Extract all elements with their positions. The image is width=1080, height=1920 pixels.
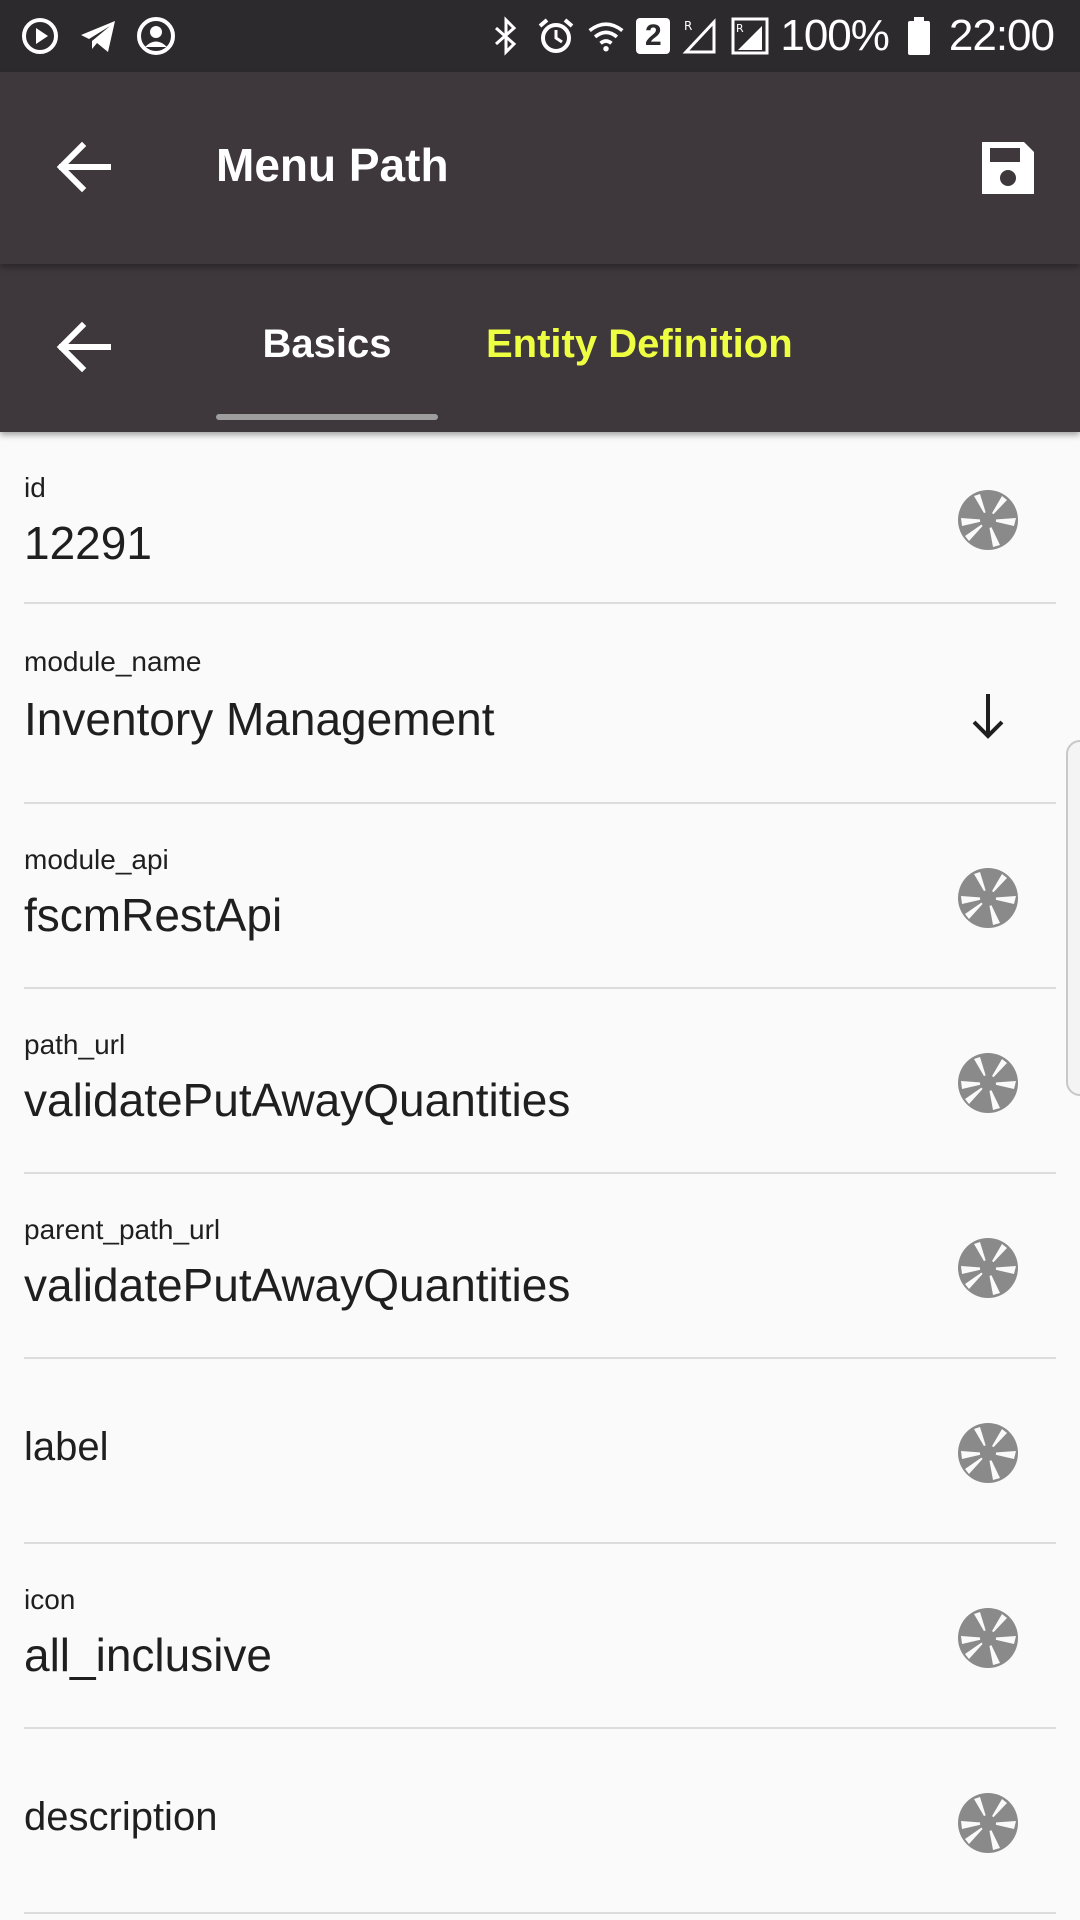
field-label-field[interactable]: label — [24, 1359, 1056, 1544]
field-value[interactable]: fscmRestApi — [24, 888, 282, 942]
camera-shutter-icon[interactable] — [956, 1791, 1020, 1855]
alarm-icon — [536, 16, 576, 56]
status-left-icons — [20, 14, 176, 58]
field-label: description — [24, 1795, 218, 1839]
field-value[interactable]: Inventory Management — [24, 692, 495, 746]
field-id[interactable]: id 12291 — [24, 432, 1056, 604]
field-value[interactable]: validatePutAwayQuantities — [24, 1258, 570, 1312]
field-value[interactable]: validatePutAwayQuantities — [24, 1073, 570, 1127]
field-module-name[interactable]: module_name Inventory Management — [24, 604, 1056, 804]
status-right-icons: 2 R R 100% 22:00 — [486, 11, 1055, 60]
field-label: module_name — [24, 646, 202, 677]
camera-shutter-icon[interactable] — [956, 866, 1020, 930]
field-module-api[interactable]: module_api fscmRestApi — [24, 804, 1056, 989]
edge-panel-handle[interactable] — [1066, 740, 1080, 1096]
camera-shutter-icon[interactable] — [956, 1606, 1020, 1670]
battery-percent: 100% — [780, 11, 890, 60]
signal-icon: R — [680, 16, 720, 56]
app-bar: Menu Path — [0, 72, 1080, 264]
field-value[interactable]: 12291 — [24, 516, 152, 570]
play-circle-icon — [20, 16, 60, 56]
camera-shutter-icon[interactable] — [956, 1236, 1020, 1300]
svg-text:R: R — [684, 19, 692, 33]
field-label: module_api — [24, 844, 169, 875]
account-circle-icon — [136, 16, 176, 56]
wifi-icon — [586, 16, 626, 56]
arrow-back-icon[interactable] — [50, 132, 120, 202]
bluetooth-icon — [486, 16, 526, 56]
tab-basics[interactable]: Basics — [216, 322, 438, 367]
page-title: Menu Path — [216, 139, 449, 191]
field-path-url[interactable]: path_url validatePutAwayQuantities — [24, 989, 1056, 1174]
field-description[interactable]: description — [24, 1729, 1056, 1914]
telegram-icon — [78, 16, 118, 56]
sim-badge: 2 — [636, 18, 671, 54]
field-label: label — [24, 1425, 109, 1469]
field-label: parent_path_url — [24, 1214, 221, 1245]
field-label: id — [24, 472, 46, 503]
clock: 22:00 — [948, 11, 1055, 60]
arrow-back-icon[interactable] — [50, 312, 120, 382]
camera-shutter-icon[interactable] — [956, 1051, 1020, 1115]
svg-text:R: R — [736, 22, 744, 35]
tab-bar: Basics Entity Definition — [0, 264, 1080, 432]
camera-shutter-icon[interactable] — [956, 1421, 1020, 1485]
field-value[interactable]: all_inclusive — [24, 1628, 272, 1682]
camera-shutter-icon[interactable] — [956, 488, 1020, 552]
field-parent-path-url[interactable]: parent_path_url validatePutAwayQuantitie… — [24, 1174, 1056, 1359]
status-bar: 2 R R 100% 22:00 — [0, 0, 1080, 72]
battery-icon — [899, 16, 939, 56]
tab-entity-definition[interactable]: Entity Definition — [486, 322, 793, 367]
save-icon[interactable] — [978, 138, 1038, 198]
field-label: path_url — [24, 1029, 126, 1060]
signal-icon: R — [730, 16, 770, 56]
tab-indicator — [216, 414, 438, 420]
field-icon[interactable]: icon all_inclusive — [24, 1544, 1056, 1729]
arrow-down-icon[interactable] — [956, 684, 1020, 748]
field-label: icon — [24, 1584, 76, 1615]
